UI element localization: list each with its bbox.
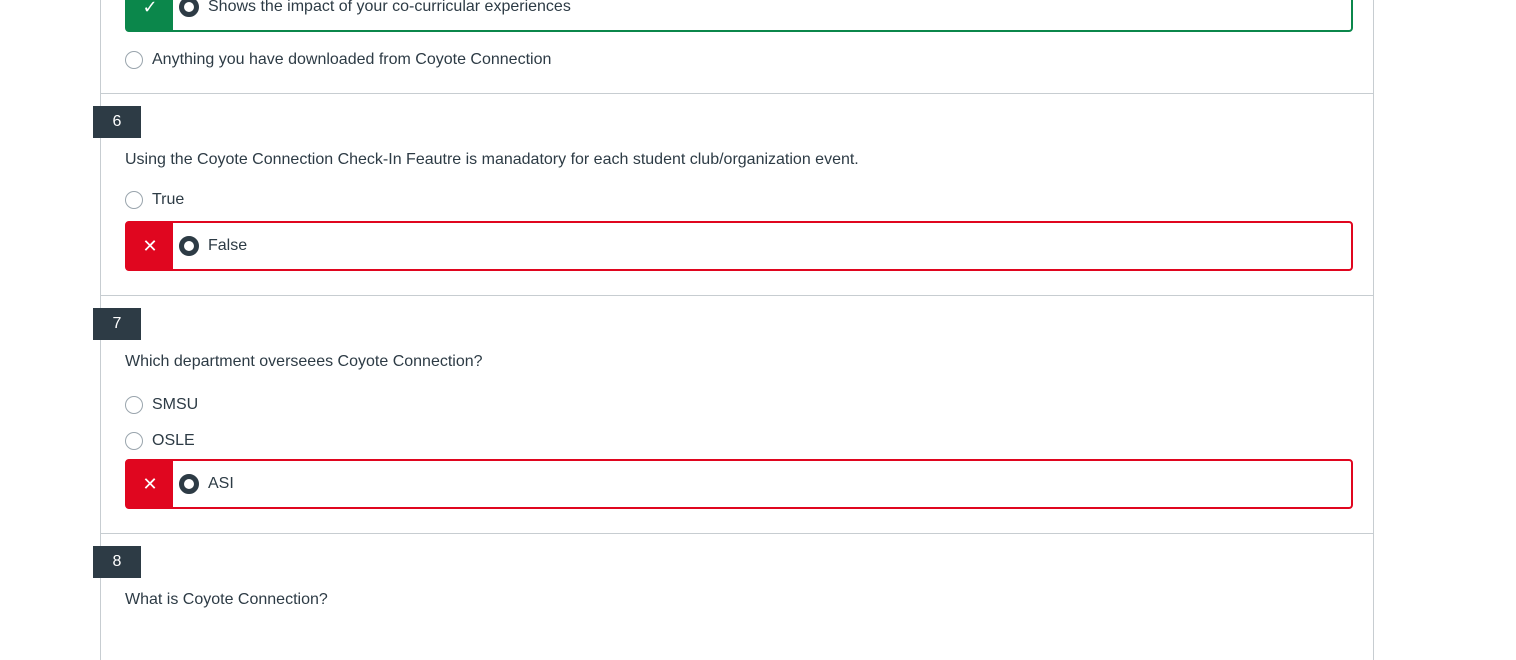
question-divider [100,93,1374,94]
q7-option-smsu-label: SMSU [152,396,199,413]
q5-option-label: Anything you have downloaded from Coyote… [152,51,552,68]
q7-number-badge: 7 [93,308,141,340]
q7-option-osle-label: OSLE [152,432,195,449]
q7-selected-answer-incorrect[interactable]: ✕ ASI [125,459,1353,509]
q7-answer-label: ASI [208,475,234,492]
q6-answer-label: False [208,237,248,254]
q6-number-badge: 6 [93,106,141,138]
question-divider [100,295,1374,296]
q5-answer-label: Shows the impact of your co-curricular e… [208,0,571,15]
q8-question-text: What is Coyote Connection? [125,591,328,608]
x-icon: ✕ [127,461,173,507]
q6-option-true-label: True [152,191,185,208]
q6-question-text: Using the Coyote Connection Check-In Fea… [125,151,859,168]
q7-question-text: Which department overseees Coyote Connec… [125,353,483,370]
q5-option[interactable]: Anything you have downloaded from Coyote… [125,49,551,71]
q7-option-smsu-radio[interactable] [125,396,143,414]
quiz-results-card [100,0,1374,660]
q5-radio-selected[interactable] [179,0,199,17]
q7-option-smsu[interactable]: SMSU [125,394,198,416]
q5-option-radio[interactable] [125,51,143,69]
x-icon: ✕ [127,223,173,269]
checkmark-icon: ✓ [127,0,173,30]
q6-selected-answer-incorrect[interactable]: ✕ False [125,221,1353,271]
q7-radio-selected[interactable] [179,474,199,494]
q7-option-osle-radio[interactable] [125,432,143,450]
q6-option-true-radio[interactable] [125,191,143,209]
question-divider [100,533,1374,534]
q7-option-osle[interactable]: OSLE [125,430,195,452]
q6-option-true[interactable]: True [125,189,184,211]
q6-radio-selected[interactable] [179,236,199,256]
q5-selected-answer-correct[interactable]: ✓ Shows the impact of your co-curricular… [125,0,1353,32]
q8-number-badge: 8 [93,546,141,578]
